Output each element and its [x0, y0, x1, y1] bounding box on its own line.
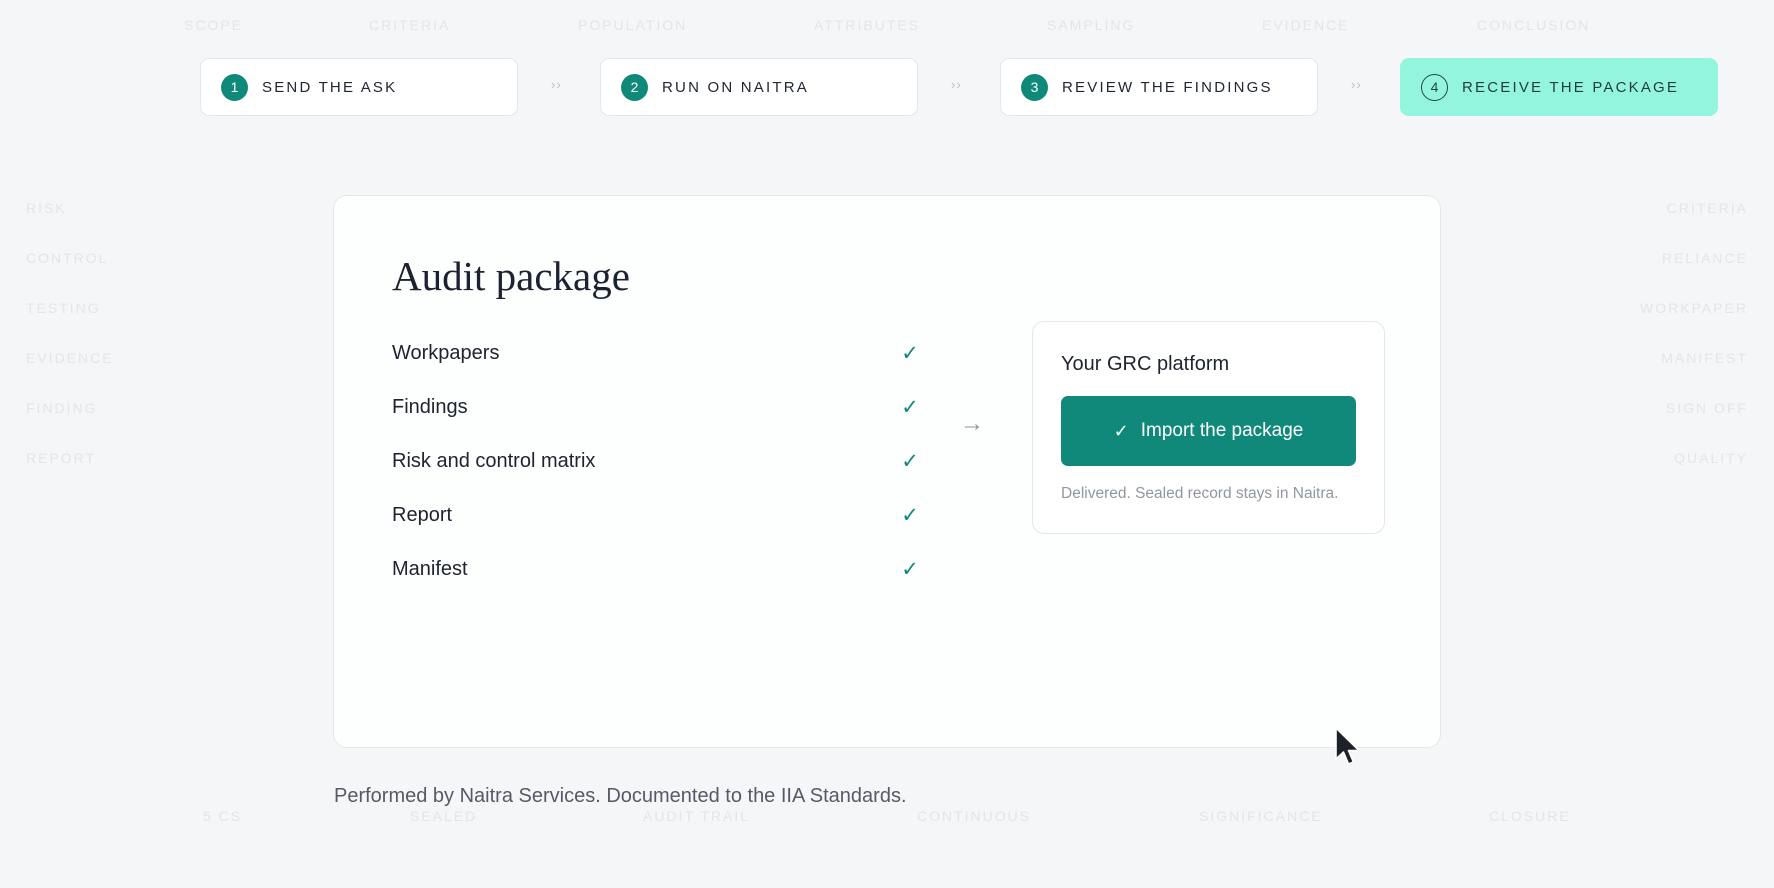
list-item: Manifest ✓	[392, 542, 922, 596]
audit-package-card: Audit package Workpapers ✓ Findings ✓ Ri…	[333, 195, 1441, 748]
bg-word: AUDIT TRAIL	[643, 808, 751, 824]
bg-word: ATTRIBUTES	[814, 17, 921, 33]
button-label: Import the package	[1140, 420, 1304, 441]
bg-word: 5 CS	[203, 808, 243, 824]
chevron-right-icon: ››	[1351, 77, 1362, 92]
bg-word: CONTROL	[26, 250, 109, 266]
check-icon: ✓	[901, 395, 919, 419]
delivery-note: Delivered. Sealed record stays in Naitra…	[1061, 485, 1339, 502]
grc-title: Your GRC platform	[1061, 353, 1230, 375]
bg-word: WORKPAPER	[1640, 300, 1748, 316]
step-label: SEND THE ASK	[262, 78, 398, 96]
step-number: 2	[621, 73, 648, 101]
list-item: Report ✓	[392, 488, 922, 542]
list-item: Workpapers ✓	[392, 326, 922, 380]
import-package-button[interactable]: ✓ Import the package	[1061, 396, 1356, 466]
bg-word: SEALED	[410, 808, 478, 824]
item-label: Findings	[392, 395, 468, 418]
footer-text: Performed by Naitra Services. Documented…	[334, 785, 907, 807]
item-label: Manifest	[392, 557, 468, 580]
bg-word: FINDING	[26, 400, 98, 416]
arrow-right-icon: →	[960, 410, 984, 437]
check-icon: ✓	[901, 503, 919, 527]
bg-word: RELIANCE	[1661, 250, 1748, 266]
check-icon: ✓	[901, 557, 919, 581]
step-send-the-ask[interactable]: 1 SEND THE ASK	[200, 58, 518, 116]
step-label: RECEIVE THE PACKAGE	[1462, 78, 1680, 96]
bg-word: POPULATION	[578, 17, 688, 33]
step-number: 3	[1021, 73, 1048, 101]
grc-platform-panel: Your GRC platform ✓ Import the package D…	[1032, 321, 1385, 534]
chevron-right-icon: ››	[951, 77, 962, 92]
check-icon: ✓	[1113, 420, 1129, 441]
package-items-list: Workpapers ✓ Findings ✓ Risk and control…	[392, 326, 922, 596]
item-label: Workpapers	[392, 341, 500, 364]
bg-word: CLOSURE	[1489, 808, 1571, 824]
bg-word: CRITERIA	[369, 17, 451, 33]
bg-word: SCOPE	[184, 17, 244, 33]
step-run-on-naitra[interactable]: 2 RUN ON NAITRA	[600, 58, 918, 116]
check-icon: ✓	[901, 449, 919, 473]
list-item: Risk and control matrix ✓	[392, 434, 922, 488]
bg-word: EVIDENCE	[1262, 17, 1350, 33]
process-steps: 1 SEND THE ASK ›› 2 RUN ON NAITRA ›› 3 R…	[200, 58, 1720, 118]
bg-word: EVIDENCE	[26, 350, 114, 366]
bg-word: CONCLUSION	[1477, 17, 1591, 33]
card-title: Audit package	[392, 253, 630, 299]
mouse-cursor-icon	[1335, 727, 1360, 765]
chevron-right-icon: ››	[551, 77, 562, 92]
bg-word: CRITERIA	[1666, 200, 1748, 216]
item-label: Report	[392, 503, 453, 526]
bg-word: TESTING	[26, 300, 101, 316]
bg-word: MANIFEST	[1661, 350, 1748, 366]
bg-word: SIGN OFF	[1665, 400, 1748, 416]
step-review-the-findings[interactable]: 3 REVIEW THE FINDINGS	[1000, 58, 1318, 116]
bg-word: REPORT	[26, 450, 97, 466]
step-label: RUN ON NAITRA	[662, 78, 809, 96]
bg-word: RISK	[26, 200, 67, 216]
step-label: REVIEW THE FINDINGS	[1062, 78, 1273, 96]
step-number: 1	[221, 73, 248, 101]
bg-word: SIGNIFICANCE	[1199, 808, 1323, 824]
item-label: Risk and control matrix	[392, 449, 596, 472]
bg-word: CONTINUOUS	[917, 808, 1032, 824]
check-icon: ✓	[901, 341, 919, 365]
bg-word: SAMPLING	[1047, 17, 1136, 33]
step-number: 4	[1421, 73, 1448, 101]
bg-word: QUALITY	[1674, 450, 1748, 466]
step-receive-the-package[interactable]: 4 RECEIVE THE PACKAGE	[1400, 58, 1718, 116]
list-item: Findings ✓	[392, 380, 922, 434]
